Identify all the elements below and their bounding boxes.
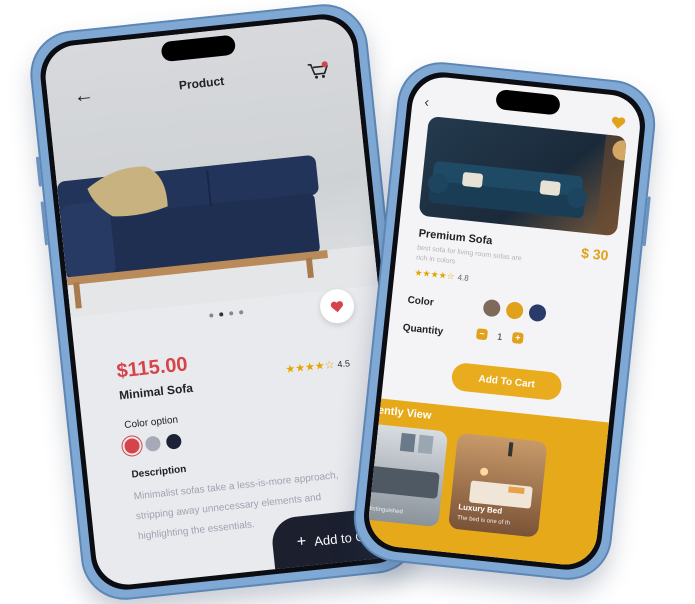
favorite-heart-icon[interactable] — [609, 115, 627, 136]
star-icons: ★★★★☆ — [414, 267, 455, 281]
product-screen: ← Product — [43, 16, 407, 587]
product-rating: ★★★★☆4.8 — [414, 267, 469, 284]
quantity-label: Quantity — [402, 322, 443, 337]
sofa-image — [53, 116, 339, 313]
color-swatch[interactable] — [124, 438, 140, 454]
color-swatch[interactable] — [505, 301, 524, 320]
description-label: Description — [131, 464, 187, 481]
phone-right: ‹ Premium Sofa $ 30 best sofa for living… — [349, 58, 659, 584]
dynamic-island — [495, 89, 561, 116]
carousel-dot[interactable] — [229, 311, 233, 315]
carousel-dot[interactable] — [209, 313, 213, 317]
color-swatches — [124, 432, 189, 456]
heart-icon — [329, 299, 344, 313]
color-swatch[interactable] — [482, 299, 501, 318]
side-button — [643, 196, 651, 246]
cart-icon[interactable] — [306, 61, 330, 86]
color-swatches — [482, 299, 553, 328]
quantity-value: 1 — [497, 331, 503, 341]
product-price: $ 30 — [580, 245, 609, 264]
rating-value: 4.5 — [337, 358, 350, 369]
product-hero-image — [419, 116, 627, 236]
plus-icon: + — [296, 533, 307, 552]
recent-card[interactable]: Luxury Bed The bed is one of th — [448, 433, 548, 538]
color-swatch[interactable] — [528, 304, 547, 323]
back-chevron-icon[interactable]: ‹ — [424, 93, 430, 109]
color-option-label: Color option — [124, 415, 179, 432]
recently-viewed-section: ently View fa are distinguished — [366, 399, 609, 568]
decrement-button[interactable]: − — [476, 328, 488, 340]
side-button — [41, 201, 49, 245]
product-rating: ★★★★☆4.5 — [285, 356, 351, 376]
increment-button[interactable]: + — [512, 332, 524, 344]
phone-bezel: ‹ Premium Sofa $ 30 best sofa for living… — [360, 69, 648, 573]
add-to-cart-button[interactable]: Add To Cart — [451, 362, 563, 401]
product-name: Minimal Sofa — [118, 381, 193, 403]
detail-screen: ‹ Premium Sofa $ 30 best sofa for living… — [366, 74, 643, 567]
recent-card[interactable]: fa are distinguished — [366, 422, 448, 527]
carousel-dot[interactable] — [238, 310, 242, 314]
rating-value: 4.8 — [457, 273, 469, 283]
carousel-dot[interactable] — [219, 312, 223, 316]
side-button — [36, 157, 42, 187]
color-swatch[interactable] — [166, 434, 182, 450]
recently-viewed-title: ently View — [377, 404, 432, 422]
quantity-stepper: − 1 + — [476, 328, 524, 344]
star-icons: ★★★★☆ — [285, 359, 335, 376]
product-price: $115.00 — [116, 353, 189, 383]
color-label: Color — [407, 295, 434, 309]
color-swatch[interactable] — [145, 436, 161, 452]
